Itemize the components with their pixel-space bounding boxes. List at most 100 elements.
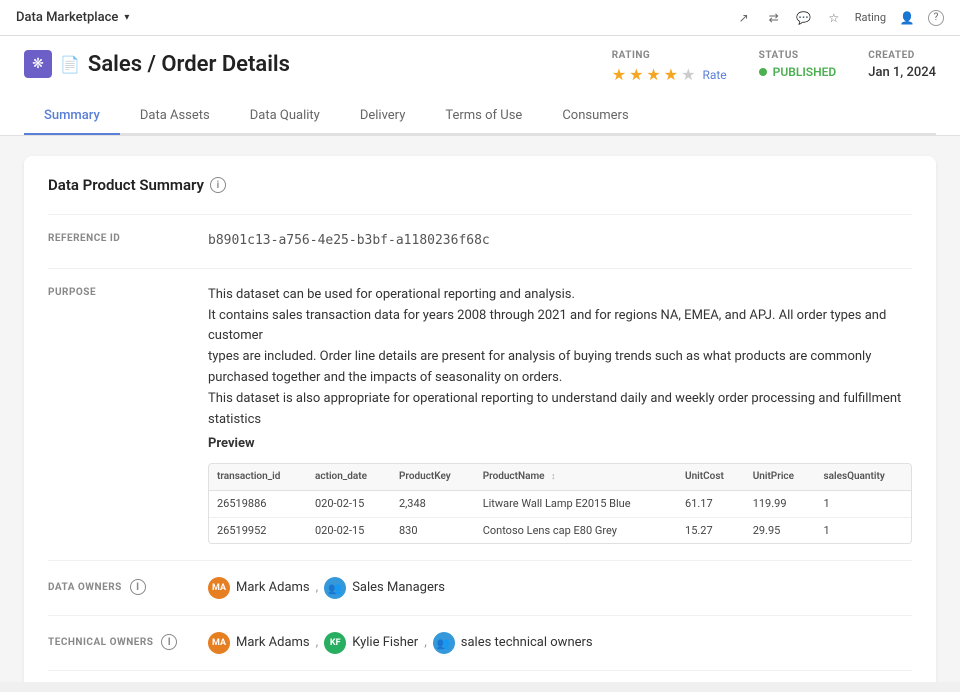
help-icon[interactable]: ? [928,10,944,26]
title-row: ❋ 📄 Sales / Order Details [24,50,290,78]
technical-owners-label: TECHNICAL OWNERS i [48,632,208,650]
owner-name-sales-managers: Sales Managers [352,578,445,599]
tech-owner-kylie-fisher: Kylie Fisher [352,633,418,654]
technical-owners-value: MA Mark Adams , KF Kylie Fisher , 👥 sale… [208,632,912,654]
table-row: 26519952 020-02-15 830 Contoso Lens cap … [209,517,911,543]
preview-table: transaction_id action_date ProductKey Pr… [208,463,912,544]
star-1: ★ [612,65,626,84]
cell-unit-price: 119.99 [745,491,816,518]
technical-owners-row: TECHNICAL OWNERS i MA Mark Adams , KF Ky… [48,615,912,670]
user-icon[interactable]: 👤 [898,9,916,27]
cell-product-key: 2,348 [391,491,475,518]
tech-owner-group: sales technical owners [461,633,593,654]
status-value: PUBLISHED [773,65,837,79]
star-2: ★ [629,65,643,84]
tabs: Summary Data Assets Data Quality Deliver… [24,98,936,135]
share2-icon[interactable]: ⇄ [765,9,783,27]
status-row: PUBLISHED [759,65,837,79]
page-header: ❋ 📄 Sales / Order Details RATING ★ ★ ★ ★… [0,36,960,136]
tech-owner-mark-adams: Mark Adams [236,633,310,654]
card-title: Data Product Summary i [48,176,912,194]
app-name: Data Marketplace [16,10,118,25]
summary-card: Data Product Summary i REFERENCE ID b890… [24,156,936,682]
comment-icon[interactable]: 💬 [795,9,813,27]
star-5: ★ [681,65,695,84]
created-value: Jan 1, 2024 [868,65,936,80]
col-product-name: ProductName ↕ [475,464,677,491]
owner-name-mark-adams: Mark Adams [236,578,310,599]
table-row: 26519886 020-02-15 2,348 Litware Wall La… [209,491,911,518]
avatar-kylie-fisher: KF [324,632,346,654]
technical-owner-row: MA Mark Adams , KF Kylie Fisher , 👥 sale… [208,632,912,654]
cell-sales-quantity: 1 [815,491,911,518]
data-owners-label: DATA OWNERS i [48,577,208,595]
rating-block: RATING ★ ★ ★ ★ ★ Rate [612,50,727,84]
col-transaction-id: transaction_id [209,464,307,491]
col-unit-price: UnitPrice [745,464,816,491]
technical-owners-info-icon: i [161,634,177,650]
tab-summary[interactable]: Summary [24,98,120,135]
card-title-text: Data Product Summary [48,176,204,194]
chevron-icon[interactable]: ▾ [124,12,129,23]
rating-label: Rating [855,11,886,24]
category-row: CATEGORY 🗂️ 💰 Sales [48,670,912,682]
star-4: ★ [664,65,678,84]
top-bar-actions: ↗ ⇄ 💬 ☆ Rating 👤 ? [735,9,944,27]
cell-unit-cost: 61.17 [677,491,745,518]
col-action-date: action_date [307,464,391,491]
status-block: STATUS PUBLISHED [759,50,837,79]
reference-id-value: b8901c13-a756-4e25-b3bf-a1180236f68c [208,231,912,252]
data-owners-value: MA Mark Adams , 👥 Sales Managers [208,577,912,599]
main-content: Data Product Summary i REFERENCE ID b890… [0,136,960,682]
cell-action-date: 020-02-15 [307,517,391,543]
avatar-mark-adams: MA [208,577,230,599]
rating-stars: ★ ★ ★ ★ ★ Rate [612,65,727,84]
col-sales-quantity: salesQuantity [815,464,911,491]
preview-label: Preview [208,434,912,455]
purpose-row: PURPOSE This dataset can be used for ope… [48,268,912,561]
avatar-tech-mark-adams: MA [208,632,230,654]
cell-product-name: Contoso Lens cap E80 Grey [475,517,677,543]
cell-sales-quantity: 1 [815,517,911,543]
purpose-text2: It contains sales transaction data for y… [208,306,912,348]
col-unit-cost: UnitCost [677,464,745,491]
page-title: Sales / Order Details [88,52,290,77]
star-icon[interactable]: ☆ [825,9,843,27]
top-bar: Data Marketplace ▾ ↗ ⇄ 💬 ☆ Rating 👤 ? [0,0,960,36]
avatar-tech-group: 👥 [433,632,455,654]
tab-consumers[interactable]: Consumers [542,98,648,135]
created-label: CREATED [868,50,936,61]
tab-data-assets[interactable]: Data Assets [120,98,230,135]
purpose-text1: This dataset can be used for operational… [208,285,912,306]
cell-unit-cost: 15.27 [677,517,745,543]
data-owners-row: DATA OWNERS i MA Mark Adams , 👥 Sales Ma… [48,560,912,615]
breadcrumb-icon: 📄 [60,55,80,74]
cell-product-key: 830 [391,517,475,543]
cell-transaction-id: 26519952 [209,517,307,543]
rate-link[interactable]: Rate [702,68,726,82]
reference-id-label: REFERENCE ID [48,231,208,244]
status-label: STATUS [759,50,837,61]
rating-label: RATING [612,50,727,61]
title-icon-symbol: ❋ [32,56,44,72]
status-dot [759,68,767,76]
purpose-text3: types are included. Order line details a… [208,347,912,389]
share-icon[interactable]: ↗ [735,9,753,27]
app-name-area: Data Marketplace ▾ [16,10,129,25]
header-top: ❋ 📄 Sales / Order Details RATING ★ ★ ★ ★… [24,50,936,84]
tab-terms-of-use[interactable]: Terms of Use [425,98,542,135]
tab-delivery[interactable]: Delivery [340,98,426,135]
reference-id-row: REFERENCE ID b8901c13-a756-4e25-b3bf-a11… [48,214,912,268]
col-product-key: ProductKey [391,464,475,491]
cell-product-name: Litware Wall Lamp E2015 Blue [475,491,677,518]
purpose-label: PURPOSE [48,285,208,298]
star-3: ★ [646,65,660,84]
card-info-icon: i [210,177,226,193]
cell-transaction-id: 26519886 [209,491,307,518]
header-meta: RATING ★ ★ ★ ★ ★ Rate STATUS PUBLISHED [612,50,936,84]
title-icon: ❋ [24,50,52,78]
owner-row: MA Mark Adams , 👥 Sales Managers [208,577,912,599]
tab-data-quality[interactable]: Data Quality [230,98,340,135]
cell-action-date: 020-02-15 [307,491,391,518]
data-owners-info-icon: i [130,579,146,595]
